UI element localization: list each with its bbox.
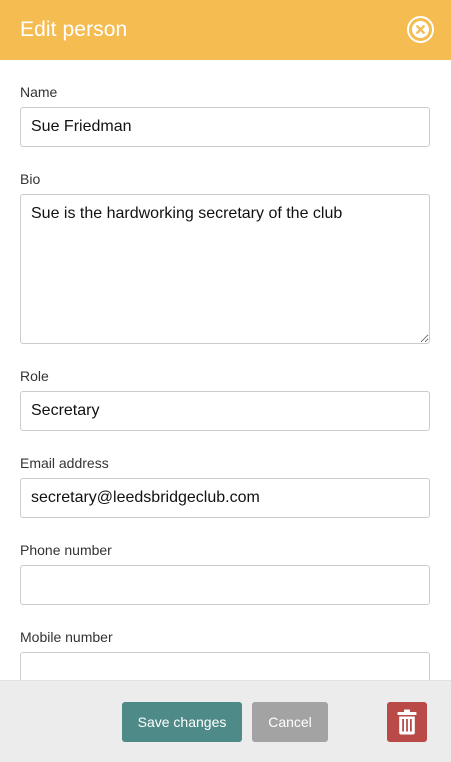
delete-button[interactable] [387, 702, 427, 742]
phone-field[interactable] [20, 565, 430, 605]
trash-icon [397, 709, 417, 735]
cancel-button[interactable]: Cancel [252, 702, 328, 742]
dialog-title: Edit person [20, 18, 128, 41]
mobile-label: Mobile number [20, 629, 113, 645]
edit-person-dialog: Edit person Name Bio Sue is the hardwork… [0, 0, 451, 762]
bio-field[interactable]: Sue is the hardworking secretary of the … [20, 194, 430, 344]
name-field[interactable] [20, 107, 430, 147]
email-label: Email address [20, 455, 109, 471]
email-field[interactable] [20, 478, 430, 518]
dialog-header: Edit person [0, 0, 451, 60]
dialog-footer: Save changes Cancel [0, 680, 451, 762]
close-button[interactable] [406, 15, 435, 44]
save-button[interactable]: Save changes [122, 702, 242, 742]
role-field[interactable] [20, 391, 430, 431]
name-label: Name [20, 84, 58, 100]
mobile-field[interactable] [20, 652, 430, 680]
close-circle-icon [407, 16, 434, 43]
phone-label: Phone number [20, 542, 112, 558]
role-label: Role [20, 368, 49, 384]
bio-label: Bio [20, 171, 41, 187]
dialog-body[interactable]: Name Bio Sue is the hardworking secretar… [0, 60, 451, 680]
